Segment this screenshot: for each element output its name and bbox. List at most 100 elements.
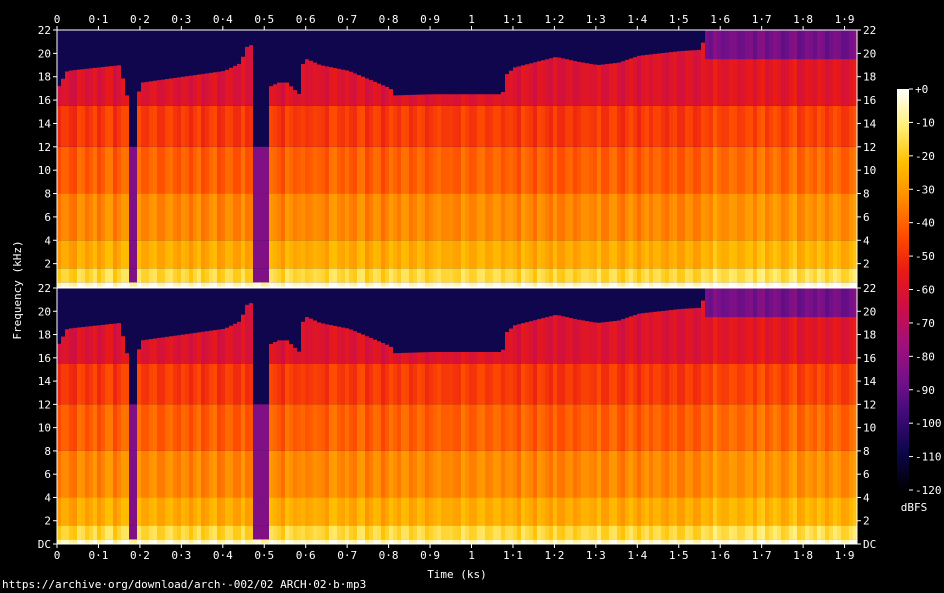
x-tick-label-bottom: 0·6 — [296, 549, 316, 562]
y-tick-label-right: DC — [863, 538, 876, 551]
y-tick-label-right: 10 — [863, 422, 876, 435]
x-tick-label-bottom: 1·2 — [544, 549, 564, 562]
y-tick-label-right: 16 — [863, 352, 876, 365]
x-tick-label-bottom: 1·6 — [710, 549, 730, 562]
x-tick-label-bottom: 1 — [468, 549, 475, 562]
colorbar-tick-label: -120 — [915, 484, 942, 497]
y-tick-label-left: 12 — [38, 398, 51, 411]
spectrogram-chart: 0 0 0·1 0·1 0·2 0·2 0·3 0·3 0·4 0·4 0·5 0·5 0·6 0·6 0·… — [11, 13, 942, 581]
x-tick-label-top: 0·4 — [213, 13, 233, 26]
y-tick-label-left: 20 — [38, 47, 51, 60]
y-tick-label-left: 6 — [44, 211, 51, 224]
y-axis-label: Frequency (kHz) — [11, 240, 24, 339]
y-tick-label-left: 2 — [44, 515, 51, 528]
y-tick-label-right: 18 — [863, 71, 876, 84]
colorbar-tick-label: -80 — [915, 350, 935, 363]
y-tick-label-left: 10 — [38, 164, 51, 177]
y-tick-label-right: 20 — [863, 305, 876, 318]
x-tick-label-bottom: 1·8 — [793, 549, 813, 562]
x-tick-label-top: 1·8 — [793, 13, 813, 26]
x-tick-label-top: 1·7 — [752, 13, 772, 26]
y-tick-label-right: 22 — [863, 282, 876, 295]
x-tick-label-bottom: 1·1 — [503, 549, 523, 562]
y-tick-label-left: 16 — [38, 94, 51, 107]
y-tick-label-left: 20 — [38, 305, 51, 318]
y-tick-label-left: 22 — [38, 282, 51, 295]
y-tick-label-left: 2 — [44, 258, 51, 271]
colorbar-tick-label: -10 — [915, 116, 935, 129]
x-tick-label-top: 0·5 — [254, 13, 274, 26]
y-tick-label-right: 2 — [863, 258, 870, 271]
x-tick-label-bottom: 1·5 — [669, 549, 689, 562]
y-tick-label-left: 4 — [44, 234, 51, 247]
colorbar-tick-label: -60 — [915, 284, 935, 297]
y-tick-label-right: 6 — [863, 468, 870, 481]
y-tick-label-right: 12 — [863, 398, 876, 411]
x-tick-label-bottom: 0 — [54, 549, 61, 562]
y-tick-label-left: 14 — [38, 117, 52, 130]
y-tick-label-left: 14 — [38, 375, 52, 388]
y-tick-label-left: 6 — [44, 468, 51, 481]
x-tick-label-bottom: 0·9 — [420, 549, 440, 562]
y-tick-label-right: 14 — [863, 375, 877, 388]
y-tick-label-right: 20 — [863, 47, 876, 60]
y-tick-label-right: 6 — [863, 211, 870, 224]
y-tick-label-right: 8 — [863, 445, 870, 458]
x-tick-label-top: 1·6 — [710, 13, 730, 26]
y-tick-label-left: 10 — [38, 422, 51, 435]
colorbar-tick-label: -100 — [915, 417, 942, 430]
x-tick-label-top: 0·7 — [337, 13, 357, 26]
x-tick-label-top: 0 — [54, 13, 61, 26]
colorbar-scale — [897, 89, 909, 490]
x-tick-label-bottom: 0·7 — [337, 549, 357, 562]
y-tick-label-right: 16 — [863, 94, 876, 107]
colorbar-tick-label: -90 — [915, 384, 935, 397]
y-tick-label-right: 2 — [863, 515, 870, 528]
y-tick-label-right: 12 — [863, 141, 876, 154]
y-tick-label-left: DC — [38, 538, 51, 551]
source-url: https://archive·org/download/arch·-002/0… — [2, 578, 367, 591]
channel-2-spectrogram — [56, 287, 858, 545]
y-tick-label-left: 18 — [38, 329, 51, 342]
y-tick-label-left: 4 — [44, 491, 51, 504]
x-tick-label-top: 0·3 — [171, 13, 191, 26]
colorbar-tick-label: -20 — [915, 150, 935, 163]
x-tick-label-top: 0·2 — [130, 13, 150, 26]
y-tick-label-right: 22 — [863, 24, 876, 37]
x-tick-label-bottom: 1·4 — [627, 549, 647, 562]
x-tick-label-bottom: 0·2 — [130, 549, 150, 562]
x-tick-label-bottom: 0·3 — [171, 549, 191, 562]
x-tick-label-bottom: 0·4 — [213, 549, 233, 562]
x-tick-label-top: 1·3 — [586, 13, 606, 26]
x-tick-label-top: 1·9 — [835, 13, 855, 26]
x-tick-label-top: 1·4 — [627, 13, 647, 26]
x-tick-label-bottom: 1·9 — [835, 549, 855, 562]
colorbar-tick-label: +0 — [915, 83, 928, 96]
colorbar-tick-label: -40 — [915, 217, 935, 230]
colorbar-tick-label: -30 — [915, 183, 935, 196]
y-tick-label-left: 22 — [38, 24, 51, 37]
x-tick-label-bottom: 0·8 — [379, 549, 399, 562]
x-axis-label: Time (ks) — [427, 568, 487, 581]
colorbar: +0 -10 -20 -30 -40 -50 -60 -70 -80 -90 -100 -110 -12… — [897, 83, 942, 497]
spectrogram-panels — [56, 29, 858, 545]
y-tick-label-left: 8 — [44, 188, 51, 201]
y-tick-label-left: 8 — [44, 445, 51, 458]
x-tick-label-bottom: 0·5 — [254, 549, 274, 562]
x-tick-label-top: 1·1 — [503, 13, 523, 26]
x-tick-label-bottom: 1·3 — [586, 549, 606, 562]
y-tick-label-left: 16 — [38, 352, 51, 365]
x-tick-label-bottom: 1·7 — [752, 549, 772, 562]
y-tick-label-left: 12 — [38, 141, 51, 154]
y-tick-label-right: 4 — [863, 491, 870, 504]
x-tick-label-top: 0·9 — [420, 13, 440, 26]
x-tick-label-top: 0·6 — [296, 13, 316, 26]
y-tick-label-right: 10 — [863, 164, 876, 177]
colorbar-label: dBFS — [901, 501, 928, 514]
x-tick-label-bottom: 0·1 — [89, 549, 109, 562]
colorbar-tick-label: -70 — [915, 317, 935, 330]
y-tick-label-right: 14 — [863, 117, 877, 130]
y-tick-label-right: 8 — [863, 188, 870, 201]
colorbar-tick-label: -50 — [915, 250, 935, 263]
channel-1-spectrogram — [56, 29, 858, 288]
